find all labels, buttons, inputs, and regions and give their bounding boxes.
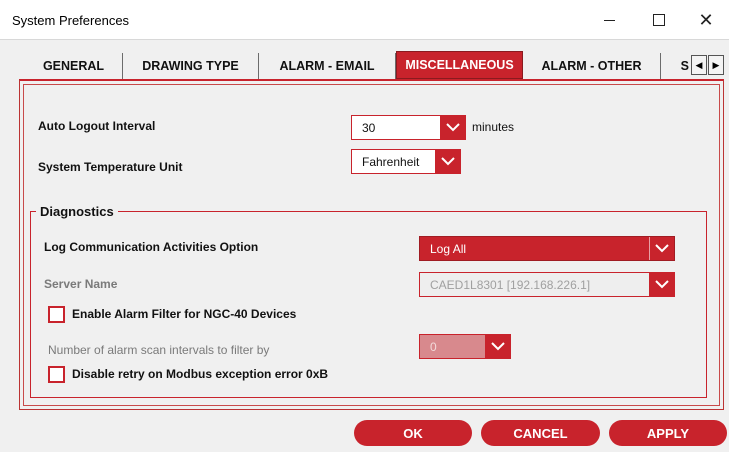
tab-drawing-type[interactable]: DRAWING TYPE <box>123 53 259 79</box>
close-button[interactable]: ✕ <box>683 0 729 40</box>
apply-button[interactable]: APPLY <box>609 420 727 446</box>
diagnostics-title: Diagnostics <box>36 204 118 219</box>
close-icon: ✕ <box>698 9 714 30</box>
log-option-label: Log Communication Activities Option <box>44 240 259 254</box>
tab-scroll-left-button[interactable]: ◀ <box>691 55 707 75</box>
chevron-down-icon <box>649 273 674 296</box>
maximize-icon <box>653 14 665 26</box>
minimize-button[interactable] <box>586 0 632 40</box>
tab-partial[interactable]: S <box>661 53 691 79</box>
chevron-down-icon <box>485 335 510 358</box>
tab-general[interactable]: GENERAL <box>25 53 123 79</box>
alarm-filter-checkbox[interactable] <box>48 306 65 323</box>
tab-strip: GENERAL DRAWING TYPE ALARM - EMAIL MISCE… <box>25 51 728 79</box>
server-name-select[interactable]: CAED1L8301 [192.168.226.1] <box>419 272 675 297</box>
temp-unit-select[interactable]: Fahrenheit <box>351 149 461 174</box>
window-title: System Preferences <box>12 13 130 28</box>
auto-logout-label: Auto Logout Interval <box>38 119 156 133</box>
title-bar: System Preferences ✕ <box>0 0 729 40</box>
tab-scroll-right-button[interactable]: ▶ <box>708 55 724 75</box>
disable-retry-checkbox[interactable] <box>48 366 65 383</box>
scan-intervals-value: 0 <box>430 339 437 354</box>
temp-unit-value: Fahrenheit <box>362 154 420 169</box>
chevron-down-icon <box>435 150 460 173</box>
log-option-select[interactable]: Log All <box>419 236 675 261</box>
auto-logout-select[interactable]: 30 <box>351 115 466 140</box>
chevron-down-icon <box>440 116 465 139</box>
scan-intervals-label: Number of alarm scan intervals to filter… <box>48 343 270 357</box>
cancel-button[interactable]: CANCEL <box>481 420 600 446</box>
disable-retry-label: Disable retry on Modbus exception error … <box>72 367 329 381</box>
log-option-value: Log All <box>430 241 467 256</box>
temp-unit-label: System Temperature Unit <box>38 160 183 174</box>
minimize-icon <box>603 19 615 21</box>
caret-left-icon: ◀ <box>695 59 703 70</box>
tab-miscellaneous[interactable]: MISCELLANEOUS <box>396 51 523 79</box>
tab-alarm-email[interactable]: ALARM - EMAIL <box>259 53 396 79</box>
caret-right-icon: ▶ <box>712 59 720 70</box>
maximize-button[interactable] <box>636 0 682 40</box>
tab-alarm-other[interactable]: ALARM - OTHER <box>523 53 661 79</box>
auto-logout-unit: minutes <box>472 120 515 134</box>
alarm-filter-label: Enable Alarm Filter for NGC-40 Devices <box>72 307 297 321</box>
scan-intervals-select[interactable]: 0 <box>419 334 511 359</box>
auto-logout-value: 30 <box>362 120 376 135</box>
server-name-label: Server Name <box>44 277 118 291</box>
server-name-value: CAED1L8301 [192.168.226.1] <box>430 277 591 292</box>
chevron-down-icon <box>649 237 674 260</box>
ok-button[interactable]: OK <box>354 420 472 446</box>
